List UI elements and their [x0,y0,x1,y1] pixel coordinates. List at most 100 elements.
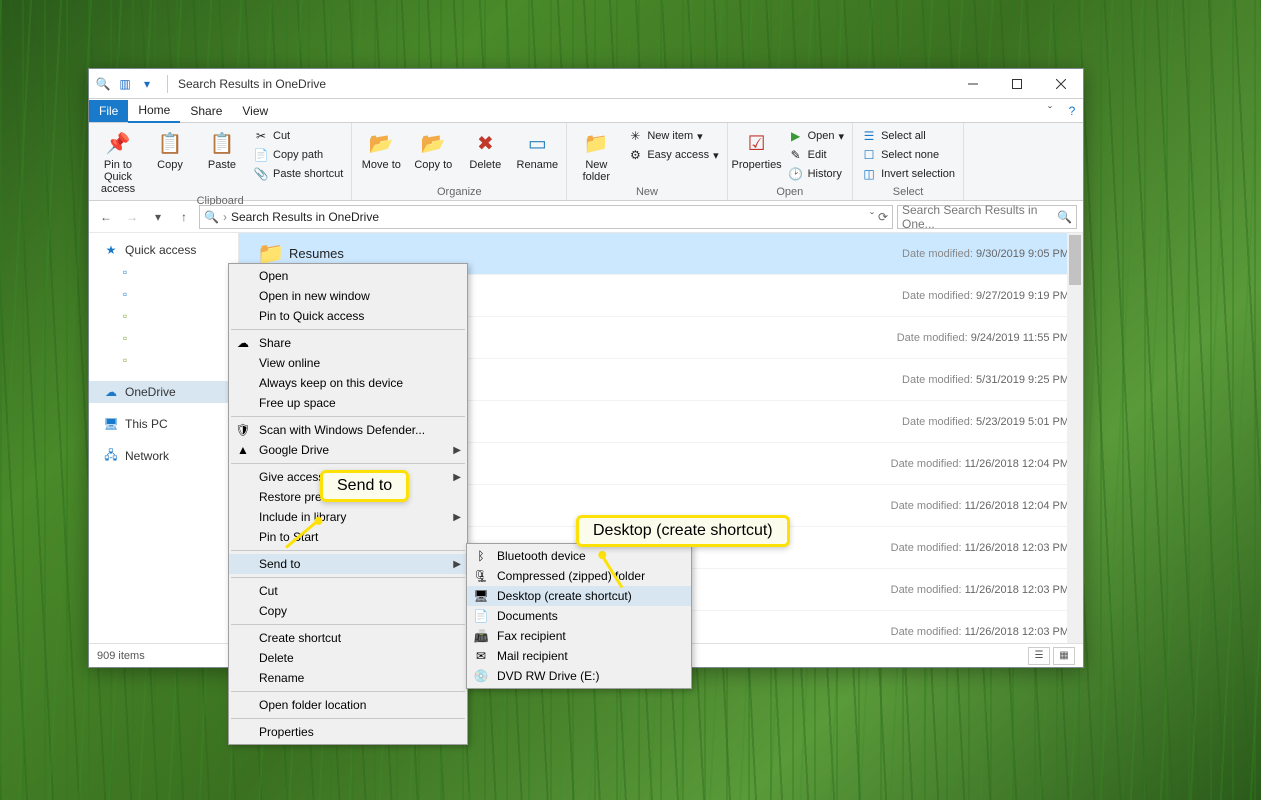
submenu-arrow-icon: ▶ [453,559,461,570]
context-item-always-keep-on-this-device[interactable]: Always keep on this device [229,373,467,393]
context-item-create-shortcut[interactable]: Create shortcut [229,628,467,648]
copy-path-button[interactable]: 📄Copy path [249,146,347,164]
sendto-item-desktop-create-shortcut-[interactable]: 🖥Desktop (create shortcut) [467,586,691,606]
qat-dropdown-icon[interactable]: ▾ [137,74,157,94]
window-title: Search Results in OneDrive [174,77,326,91]
nav-onedrive[interactable]: ☁OneDrive [89,381,238,403]
context-item-include-in-library[interactable]: Include in library▶ [229,507,467,527]
nav-this-pc[interactable]: 🖥This PC [89,413,238,435]
close-button[interactable] [1039,69,1083,99]
date-modified: Date modified: 11/26/2018 12:03 PM [891,542,1069,554]
monitor-icon: 🖥 [103,416,119,432]
context-item-copy[interactable]: Copy [229,601,467,621]
context-menu: OpenOpen in new windowPin to Quick acces… [228,263,468,745]
search-input[interactable]: Search Search Results in One... 🔍 [897,205,1077,229]
delete-button[interactable]: ✖Delete [460,125,510,171]
back-button[interactable]: ← [95,206,117,228]
help-icon[interactable]: ? [1061,100,1083,122]
star-icon: ★ [103,242,119,258]
menu-item-label: Copy [259,604,287,618]
context-item-cut[interactable]: Cut [229,581,467,601]
scrollbar-thumb[interactable] [1069,235,1081,285]
context-item-share[interactable]: ☁Share [229,333,467,353]
context-item-delete[interactable]: Delete [229,648,467,668]
context-item-view-online[interactable]: View online [229,353,467,373]
rename-button[interactable]: ▭Rename [512,125,562,171]
new-item-icon: ✳ [627,128,643,144]
nav-pinned[interactable]: ▫ [89,327,238,349]
context-item-pin-to-quick-access[interactable]: Pin to Quick access [229,306,467,326]
tab-share[interactable]: Share [180,100,232,122]
tab-file[interactable]: File [89,100,128,122]
sendto-item-compressed-zipped-folder[interactable]: 🗜Compressed (zipped) folder [467,566,691,586]
nav-pinned[interactable]: ▫ [89,261,238,283]
menu-separator [231,416,465,417]
refresh-icon[interactable]: ⟳ [878,210,888,224]
cut-button[interactable]: ✂Cut [249,127,347,145]
context-item-open-folder-location[interactable]: Open folder location [229,695,467,715]
move-to-icon: 📂 [365,127,397,159]
scrollbar[interactable] [1067,233,1083,643]
recent-dropdown[interactable]: ▾ [147,206,169,228]
address-box[interactable]: 🔍 › Search Results in OneDrive ˇ ⟳ [199,205,893,229]
nav-quick-access[interactable]: ★Quick access [89,239,238,261]
history-button[interactable]: 🕑History [784,165,848,183]
copy-button[interactable]: 📋 Copy [145,125,195,171]
select-none-button[interactable]: ☐Select none [857,146,959,164]
delete-icon: ✖ [469,127,501,159]
chevron-down-icon[interactable]: ˇ [870,210,874,224]
pinned-icon: ▫ [117,286,133,302]
sendto-item-mail-recipient[interactable]: ✉Mail recipient [467,646,691,666]
copy-to-button[interactable]: 📂Copy to [408,125,458,171]
sendto-item-bluetooth-device[interactable]: ᛒBluetooth device [467,546,691,566]
menu-separator [231,550,465,551]
context-item-scan-with-windows-defender-[interactable]: 🛡Scan with Windows Defender... [229,420,467,440]
maximize-button[interactable] [995,69,1039,99]
up-button[interactable]: ↑ [173,206,195,228]
icons-view-button[interactable]: ▦ [1053,647,1075,665]
edit-icon: ✎ [788,147,804,163]
pin-quick-access-button[interactable]: 📌 Pin to Quick access [93,125,143,195]
menu-item-label: View online [259,356,320,370]
qat-folder-icon[interactable]: ▥ [115,74,135,94]
easy-access-button[interactable]: ⚙Easy access ▾ [623,146,722,164]
context-item-rename[interactable]: Rename [229,668,467,688]
sendto-item-documents[interactable]: 📄Documents [467,606,691,626]
paste-shortcut-button[interactable]: 📎Paste shortcut [249,165,347,183]
properties-button[interactable]: ☑Properties [732,125,782,171]
context-item-open[interactable]: Open [229,266,467,286]
nav-pinned[interactable]: ▫ [89,349,238,371]
context-item-pin-to-start[interactable]: Pin to Start [229,527,467,547]
minimize-button[interactable] [951,69,995,99]
context-item-properties[interactable]: Properties [229,722,467,742]
context-item-free-up-space[interactable]: Free up space [229,393,467,413]
menu-item-label: Fax recipient [497,629,566,643]
forward-button[interactable]: → [121,206,143,228]
new-item-button[interactable]: ✳New item ▾ [623,127,722,145]
select-all-button[interactable]: ☰Select all [857,127,959,145]
invert-selection-button[interactable]: ◫Invert selection [857,165,959,183]
details-view-button[interactable]: ☰ [1028,647,1050,665]
move-to-button[interactable]: 📂Move to [356,125,406,171]
ribbon-collapse-icon[interactable]: ˇ [1039,100,1061,122]
copy-to-icon: 📂 [417,127,449,159]
context-item-google-drive[interactable]: ▲Google Drive▶ [229,440,467,460]
paste-button[interactable]: 📋 Paste [197,125,247,171]
open-button[interactable]: ▶Open ▾ [784,127,848,145]
item-count: 909 items [97,650,145,662]
new-folder-button[interactable]: 📁New folder [571,125,621,183]
context-item-send-to[interactable]: Send to▶ [229,554,467,574]
menu-separator [231,329,465,330]
menu-item-icon: 🗜 [473,568,489,584]
edit-button[interactable]: ✎Edit [784,146,848,164]
sendto-item-dvd-rw-drive-e-[interactable]: 💿DVD RW Drive (E:) [467,666,691,686]
tab-view[interactable]: View [232,100,278,122]
sendto-item-fax-recipient[interactable]: 📠Fax recipient [467,626,691,646]
nav-pinned[interactable]: ▫ [89,305,238,327]
context-item-open-in-new-window[interactable]: Open in new window [229,286,467,306]
tab-home[interactable]: Home [128,99,180,123]
copy-path-icon: 📄 [253,147,269,163]
nav-pinned[interactable]: ▫ [89,283,238,305]
callout-desktop: Desktop (create shortcut) [576,515,790,547]
nav-network[interactable]: 🖧Network [89,445,238,467]
